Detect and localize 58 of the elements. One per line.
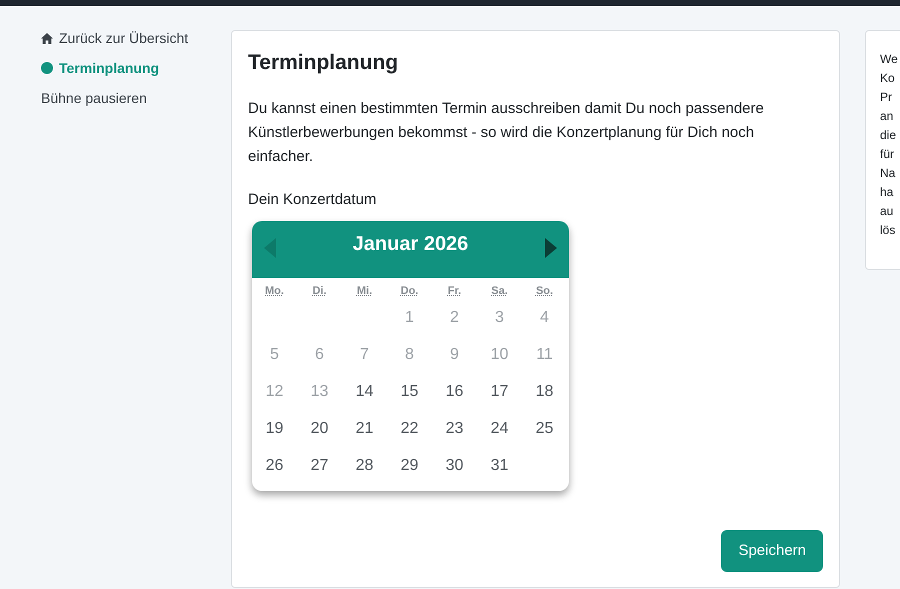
weekday-label: Di. [312, 284, 327, 299]
next-month-button[interactable] [544, 238, 557, 258]
info-text-line: Na [880, 165, 896, 182]
sidebar-link[interactable]: Zurück zur Übersicht [41, 28, 231, 48]
info-text-line: an [880, 108, 894, 125]
calendar-day: 10 [490, 343, 508, 367]
info-text-line: au [880, 203, 894, 220]
info-text-line: für [880, 146, 896, 163]
weekday-label: So. [536, 284, 554, 299]
weekday-label: Do. [400, 284, 418, 299]
calendar-day[interactable]: 23 [446, 417, 464, 441]
calendar-day[interactable]: 19 [266, 417, 284, 441]
calendar-day[interactable]: 25 [536, 417, 554, 441]
calendar-day[interactable]: 24 [490, 417, 508, 441]
sidebar-link[interactable]: Bühne pausieren [41, 88, 231, 108]
info-text-line: We [880, 51, 899, 68]
intro-text: Du kannst einen bestimmten Termin ausschreiben damit Du noch passendere Künstlerbewerbungen bekommst - so wird die Konzertplanung für Dich noch einfacher. [248, 98, 765, 166]
calendar-day[interactable]: 26 [266, 454, 284, 478]
calendar-day[interactable]: 18 [536, 380, 554, 404]
date-label: Dein Konzertdatum [248, 190, 378, 210]
calendar-day: 2 [450, 306, 459, 330]
calendar-day: 4 [540, 306, 549, 330]
calendar-day[interactable]: 16 [446, 380, 464, 404]
card-title: Terminplanung [248, 50, 400, 76]
sidebar-link[interactable]: Terminplanung [41, 58, 231, 78]
calendar-day[interactable]: 27 [310, 454, 328, 478]
calendar-day[interactable]: 22 [400, 417, 418, 441]
calendar-day[interactable]: 21 [356, 417, 374, 441]
calendar-day: 8 [405, 343, 414, 367]
calendar-day: 1 [405, 306, 414, 330]
calendar-day: 13 [310, 380, 328, 404]
calendar-day: 12 [266, 380, 284, 404]
home-icon [41, 32, 53, 44]
month-title: Januar 2026 [352, 232, 468, 257]
calendar-day[interactable]: 14 [356, 380, 374, 404]
calendar-day: 9 [450, 343, 459, 367]
calendar-day[interactable]: 17 [490, 380, 508, 404]
calendar-day[interactable]: 30 [446, 454, 464, 478]
calendar-day: 5 [270, 343, 279, 367]
calendar-day: 11 [536, 343, 553, 367]
calendar-day[interactable]: 29 [400, 454, 418, 478]
calendar-day: 7 [360, 343, 369, 367]
calendar-day[interactable]: 31 [490, 454, 508, 478]
info-text-line: die [880, 127, 898, 144]
weekday-label: Mi. [356, 284, 372, 299]
calendar-day[interactable]: 15 [400, 380, 418, 404]
weekday-label: Fr. [448, 284, 462, 299]
save-button[interactable]: Speichern [721, 530, 823, 572]
info-text-line: lös [880, 222, 896, 239]
info-text-line: Ko [880, 70, 896, 87]
calendar-day: 3 [495, 306, 504, 330]
info-text-line: ha [880, 184, 894, 201]
calendar-day: 6 [315, 343, 324, 367]
weekday-label: Mo. [265, 284, 284, 299]
weekday-label: Sa. [491, 284, 508, 299]
calendar-day[interactable]: 20 [310, 417, 328, 441]
info-text-line: Pr [880, 89, 893, 106]
calendar-day[interactable]: 28 [356, 454, 374, 478]
